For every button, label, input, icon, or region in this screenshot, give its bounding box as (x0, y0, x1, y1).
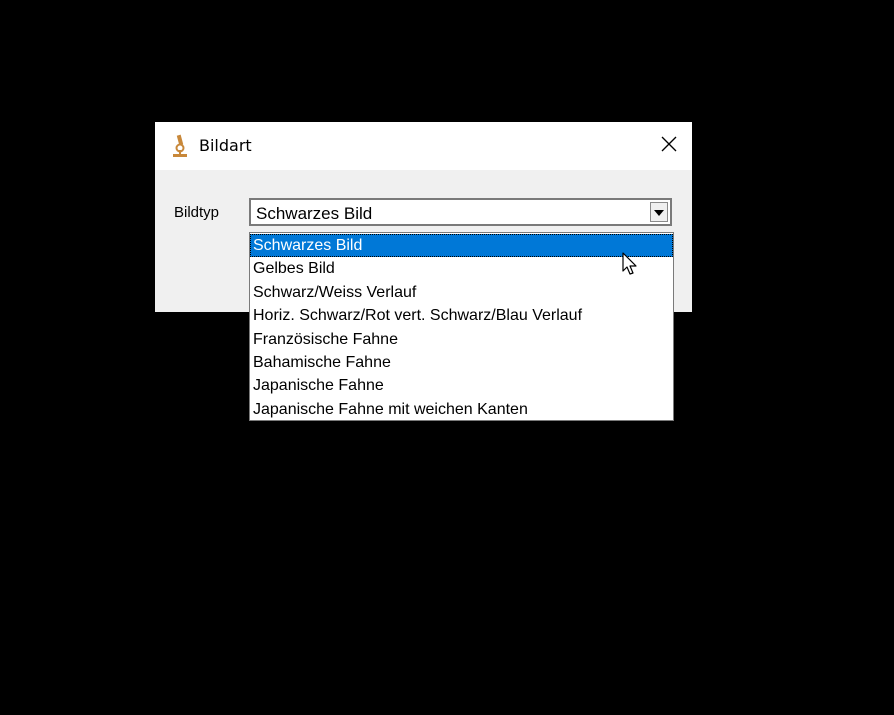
window-title: Bildart (199, 136, 252, 155)
mouse-pointer-icon (621, 252, 641, 278)
dropdown-option[interactable]: Japanische Fahne mit weichen Kanten (250, 398, 673, 421)
combo-selected-value: Schwarzes Bild (256, 204, 373, 223)
title-bar[interactable]: Bildart (155, 122, 692, 170)
close-button[interactable] (646, 122, 692, 170)
dropdown-option[interactable]: Schwarz/Weiss Verlauf (250, 281, 673, 304)
bildtyp-label: Bildtyp (174, 204, 220, 221)
bildtyp-dropdown-list: Schwarzes Bild Gelbes Bild Schwarz/Weiss… (249, 232, 674, 421)
dropdown-option[interactable]: Bahamische Fahne (250, 351, 673, 374)
close-icon (661, 136, 677, 157)
bildtyp-combobox[interactable]: Schwarzes Bild (249, 198, 672, 226)
dropdown-arrow-button[interactable] (650, 202, 668, 222)
microscope-icon (171, 134, 189, 158)
chevron-down-icon (654, 203, 664, 221)
dropdown-option[interactable]: Gelbes Bild (250, 257, 673, 280)
dropdown-option[interactable]: Französische Fahne (250, 328, 673, 351)
dropdown-option[interactable]: Horiz. Schwarz/Rot vert. Schwarz/Blau Ve… (250, 304, 673, 327)
dropdown-option[interactable]: Schwarzes Bild (250, 234, 673, 258)
dropdown-option[interactable]: Japanische Fahne (250, 374, 673, 397)
